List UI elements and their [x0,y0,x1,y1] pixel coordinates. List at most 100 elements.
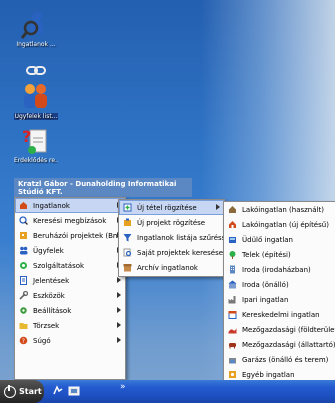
menu-item-garazs[interactable]: Garázs (önálló és terem) [224,352,335,367]
start-button[interactable]: Start [0,380,44,403]
menu-item-label: Ingatlanok listája szűréssel [137,233,232,242]
menu-item-label: Eszközök [33,291,65,300]
menu-item-label: Ipari ingatlan [242,295,289,304]
menu-item-label: Saját projektek keresése [137,248,224,257]
menu-item-mezogazdasagi-foldterulet[interactable]: Mezőgazdasági (földterület) [224,322,335,337]
menu-item-label: Beállítások [33,306,72,315]
menu-item-label: Iroda (irodaházban) [242,265,311,274]
folder-icon [19,323,28,329]
uj-tetel-submenu: Lakóingatlan (használt) Lakóingatlan (új… [223,201,335,382]
main-menu: Ingatlanok Keresési megbízások Beruházói… [14,197,131,380]
menu-item-label: Ügyfelek [33,246,64,255]
menu-item-beallitasok[interactable]: Beállítások [15,303,125,318]
menu-item-lakoingatlan-hasznalt[interactable]: Lakóingatlan (használt) [224,202,335,217]
menu-item-label: Mezőgazdasági (földterület) [242,325,335,334]
menu-item-uj-projekt-rogzitese[interactable]: Új projekt rögzítése [119,215,224,230]
settings-icon [20,307,27,314]
submenu-arrow-icon [117,292,121,298]
menu-item-archiv-ingatlanok[interactable]: Archív ingatlanok [119,260,224,275]
desktop-icon-label: Érdeklődés re... [14,157,58,164]
other-property-icon [229,371,236,378]
menu-item-iroda-irodahazban[interactable]: Iroda (irodaházban) [224,262,335,277]
archive-icon [123,264,132,272]
menu-item-ingatlanok[interactable]: Ingatlanok [15,198,125,213]
search-person-icon [20,8,52,40]
desktop-icon-erdeklodes[interactable]: ? Érdeklődés re... [14,124,58,164]
new-item-icon [123,203,132,212]
quicklaunch-app-icon[interactable] [68,385,80,397]
house-new-icon [229,221,236,228]
report-icon [20,276,27,285]
menu-item-eszkozok[interactable]: Eszközök [15,288,125,303]
house-used-icon [229,206,236,213]
new-project-icon [124,218,131,226]
tools-icon [19,291,28,300]
menu-item-label: Egyéb ingatlan [242,370,295,379]
desktop-icon-ugyfelek[interactable]: Ügyfelek list... [14,80,58,120]
farmland-icon [228,328,237,334]
menu-item-ipari-ingatlan[interactable]: Ipari ingatlan [224,292,335,307]
menu-item-label: Súgó [33,336,51,345]
menu-item-lakoingatlan-uj[interactable]: Lakóingatlan (új építésű) [224,217,335,232]
menu-item-label: Törzsek [33,321,60,330]
house-icon [20,202,27,209]
menu-item-kereskedelmi-ingatlan[interactable]: Kereskedelmi ingatlan [224,307,335,322]
menu-item-szolgaltatasok[interactable]: Szolgáltatások [15,258,125,273]
submenu-arrow-icon [117,337,121,343]
submenu-arrow-icon [117,277,121,283]
office-building-icon [230,265,235,274]
menu-item-uj-tetel-rogzitese[interactable]: Új tétel rögzítése [119,200,224,215]
svg-text:?: ? [22,127,31,146]
quicklaunch-shortcut-icon[interactable] [52,385,64,397]
land-plot-icon [229,251,236,259]
filter-list-icon [123,234,132,242]
menu-item-ugyfelek[interactable]: Ügyfelek [15,243,125,258]
garage-icon [229,358,236,364]
menu-item-label: Új projekt rögzítése [137,218,206,227]
livestock-icon [229,343,236,349]
menu-item-label: Keresési megbízások [33,216,107,225]
menu-item-label: Ingatlanok [33,201,70,210]
power-icon [4,384,16,398]
menu-item-jelentesek[interactable]: Jelentések [15,273,125,288]
menu-item-iroda-onallo[interactable]: Iroda (önálló) [224,277,335,292]
office-standalone-icon [228,280,237,289]
menu-item-label: Iroda (önálló) [242,280,289,289]
ingatlanok-submenu: Új tétel rögzítése Új projekt rögzítése … [118,199,232,277]
menu-item-sajat-projektek[interactable]: Saját projektek keresése [119,245,224,260]
quicklaunch-overflow-button[interactable]: » [120,382,126,392]
menu-item-sugo[interactable]: ? Súgó [15,333,125,348]
menu-item-label: Mezőgazdasági (állattartó) [242,340,335,349]
desktop-icon-label: Ingatlanok ... [16,41,56,48]
menu-item-beruhazoi-projektek[interactable]: Beruházói projektek (BmBy) [15,228,131,243]
menu-item-label: Lakóingatlan (használt) [242,205,324,214]
svg-text:?: ? [22,338,25,345]
start-label: Start [19,387,42,396]
factory-icon [228,296,236,304]
building-icon [20,232,27,239]
desktop-icon-ingatlanok[interactable]: Ingatlanok ... [14,8,58,48]
menu-item-label: Üdülő ingatlan [242,235,293,244]
menu-item-ingatlanok-listaja[interactable]: Ingatlanok listája szűréssel [119,230,232,245]
menu-item-label: Telek (építési) [242,250,291,259]
desktop-icon-label: Ügyfelek list... [14,113,58,120]
search-projects-icon [123,248,132,257]
menu-item-label: Szolgáltatások [33,261,85,270]
users-icon [20,246,28,255]
chain-link-icon [26,65,46,77]
taskbar [0,380,335,403]
users-icon [20,80,52,112]
menu-item-keresesi-megbizasok[interactable]: Keresési megbízások [15,213,125,228]
services-icon [20,262,27,269]
menu-item-mezogazdasagi-allattarto[interactable]: Mezőgazdasági (állattartó) [224,337,335,352]
menu-header-title: Kratzl Gábor - Dunaholding Informatikai … [18,180,177,196]
submenu-arrow-icon [117,307,121,313]
menu-item-label: Archív ingatlanok [137,263,198,272]
menu-item-label: Kereskedelmi ingatlan [242,310,320,319]
menu-item-udulo-ingatlan[interactable]: Üdülő ingatlan [224,232,335,247]
menu-item-torzsek[interactable]: Törzsek [15,318,125,333]
menu-item-label: Jelentések [33,276,70,285]
search-icon [19,216,28,225]
help-icon: ? [19,336,28,345]
menu-item-telek[interactable]: Telek (építési) [224,247,335,262]
